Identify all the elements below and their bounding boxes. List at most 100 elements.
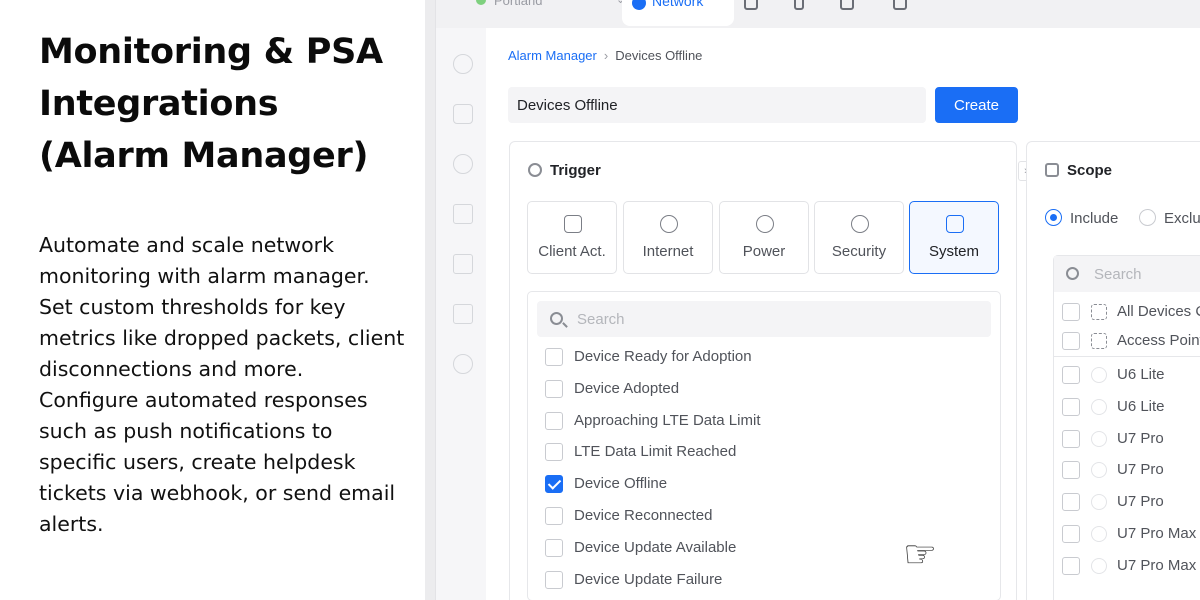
list-item-label: U7 Pro [1117, 430, 1164, 447]
tab-security[interactable]: Security [814, 201, 904, 274]
insights-icon[interactable] [453, 304, 473, 324]
checkbox[interactable] [1062, 430, 1080, 448]
trigger-icon [528, 163, 542, 177]
breadcrumb-alarm-manager[interactable]: Alarm Manager [508, 48, 597, 63]
list-item-label: U6 Lite [1117, 366, 1165, 383]
checkbox[interactable] [1062, 461, 1080, 479]
list-item[interactable]: U7 Pro Max [1062, 523, 1200, 545]
list-item[interactable]: Approaching LTE Data Limit [545, 410, 965, 432]
checkbox[interactable] [1062, 332, 1080, 350]
list-item[interactable]: U7 Pro [1062, 491, 1200, 513]
list-item[interactable]: Device Offline [545, 473, 965, 495]
scope-icon [1045, 163, 1059, 177]
list-item-label: U7 Pro Max [1117, 525, 1197, 542]
dashboard-icon[interactable] [453, 54, 473, 74]
checkbox[interactable] [545, 443, 563, 461]
tab-internet[interactable]: Internet [623, 201, 713, 274]
topology-icon[interactable] [453, 104, 473, 124]
checkbox[interactable] [545, 380, 563, 398]
checkbox[interactable] [1062, 398, 1080, 416]
access-icon[interactable] [840, 0, 854, 10]
main-content: Alarm Manager › Devices Offline Create Tri… [486, 28, 1200, 600]
access-point-icon [1091, 462, 1107, 478]
radio-selected[interactable] [1045, 209, 1062, 226]
checkbox[interactable] [545, 507, 563, 525]
tab-power[interactable]: Power [719, 201, 809, 274]
checkbox[interactable] [1062, 525, 1080, 543]
checkbox[interactable] [545, 348, 563, 366]
settings-icon[interactable] [453, 354, 473, 374]
access-point-icon [1091, 494, 1107, 510]
scope-card: Scope Include Exclu Search All Devices C… [1026, 141, 1200, 600]
list-item[interactable]: U7 Pro [1062, 428, 1200, 450]
tab-label: Power [742, 243, 786, 260]
checkbox[interactable] [1062, 557, 1080, 575]
trigger-title-text: Trigger [550, 162, 601, 179]
list-item[interactable]: U7 Pro [1062, 459, 1200, 481]
tab-system[interactable]: System [909, 201, 999, 274]
list-item-label: LTE Data Limit Reached [574, 443, 737, 460]
protect-icon[interactable] [744, 0, 758, 10]
list-item[interactable]: U7 Pro Max [1062, 555, 1200, 577]
access-point-icon [1091, 431, 1107, 447]
tab-label: Internet [642, 243, 694, 260]
search-icon [1066, 267, 1079, 280]
access-point-icon [1091, 526, 1107, 542]
checkbox[interactable] [1062, 493, 1080, 511]
site-selector[interactable]: Portland ⌄ [476, 0, 625, 8]
list-item-label: Device Reconnected [574, 507, 713, 524]
checkbox[interactable] [1062, 366, 1080, 384]
list-item-label: Access Point [1117, 332, 1200, 349]
unifi-app-window: Portland ⌄ Network Alarm Manager › Devices [435, 0, 1200, 600]
marketing-panel: Monitoring & PSA Integrations (Alarm Man… [0, 0, 425, 600]
drive-icon[interactable] [893, 0, 907, 10]
checkbox[interactable] [545, 539, 563, 557]
list-item[interactable]: Device Reconnected [545, 505, 965, 527]
checkbox[interactable] [545, 571, 563, 589]
scope-title: Scope [1045, 162, 1112, 179]
include-radio[interactable]: Include [1045, 209, 1118, 227]
exclude-label: Exclu [1164, 210, 1200, 227]
tab-label: Client Act. [538, 243, 606, 260]
list-item[interactable]: Device Ready for Adoption [545, 346, 965, 368]
clients-icon[interactable] [453, 204, 473, 224]
alarm-search-input[interactable]: Search [537, 301, 991, 337]
tab-client-activity[interactable]: Client Act. [527, 201, 617, 274]
list-item[interactable]: Access Point [1062, 330, 1200, 352]
talk-icon[interactable] [794, 0, 804, 10]
access-point-icon [1091, 399, 1107, 415]
alarm-name-input[interactable] [508, 87, 926, 123]
access-point-icon [1091, 558, 1107, 574]
system-icon [946, 215, 964, 233]
power-icon [756, 215, 774, 233]
tab-label: Security [831, 243, 887, 260]
divider [1054, 356, 1200, 357]
checkbox-checked[interactable] [545, 475, 563, 493]
scope-title-text: Scope [1067, 162, 1113, 179]
site-name: Portland [494, 0, 543, 8]
list-item[interactable]: U6 Lite [1062, 396, 1200, 418]
list-item[interactable]: Device Update Failure [545, 569, 965, 591]
list-item[interactable]: Device Update Available [545, 537, 965, 559]
tab-network[interactable]: Network [622, 0, 734, 26]
checkbox[interactable] [545, 412, 563, 430]
checkbox[interactable] [1062, 303, 1080, 321]
list-item[interactable]: All Devices C [1062, 301, 1200, 323]
ports-icon[interactable] [453, 254, 473, 274]
search-placeholder: Search [1094, 266, 1142, 283]
radio-unselected[interactable] [1139, 209, 1156, 226]
shield-icon [851, 215, 869, 233]
include-label: Include [1070, 210, 1119, 227]
list-item[interactable]: Device Adopted [545, 378, 965, 400]
create-button[interactable]: Create [935, 87, 1018, 123]
breadcrumb-current: Devices Offline [615, 48, 703, 63]
device-group-icon [1091, 333, 1107, 349]
client-activity-icon [564, 215, 582, 233]
list-item[interactable]: U6 Lite [1062, 364, 1200, 386]
exclude-radio[interactable]: Exclu [1139, 209, 1200, 227]
list-item[interactable]: LTE Data Limit Reached [545, 441, 965, 463]
list-item-label: Device Offline [574, 475, 668, 492]
devices-icon[interactable] [453, 154, 473, 174]
scope-search-input[interactable]: Search [1054, 256, 1200, 292]
site-status-icon [476, 0, 486, 5]
